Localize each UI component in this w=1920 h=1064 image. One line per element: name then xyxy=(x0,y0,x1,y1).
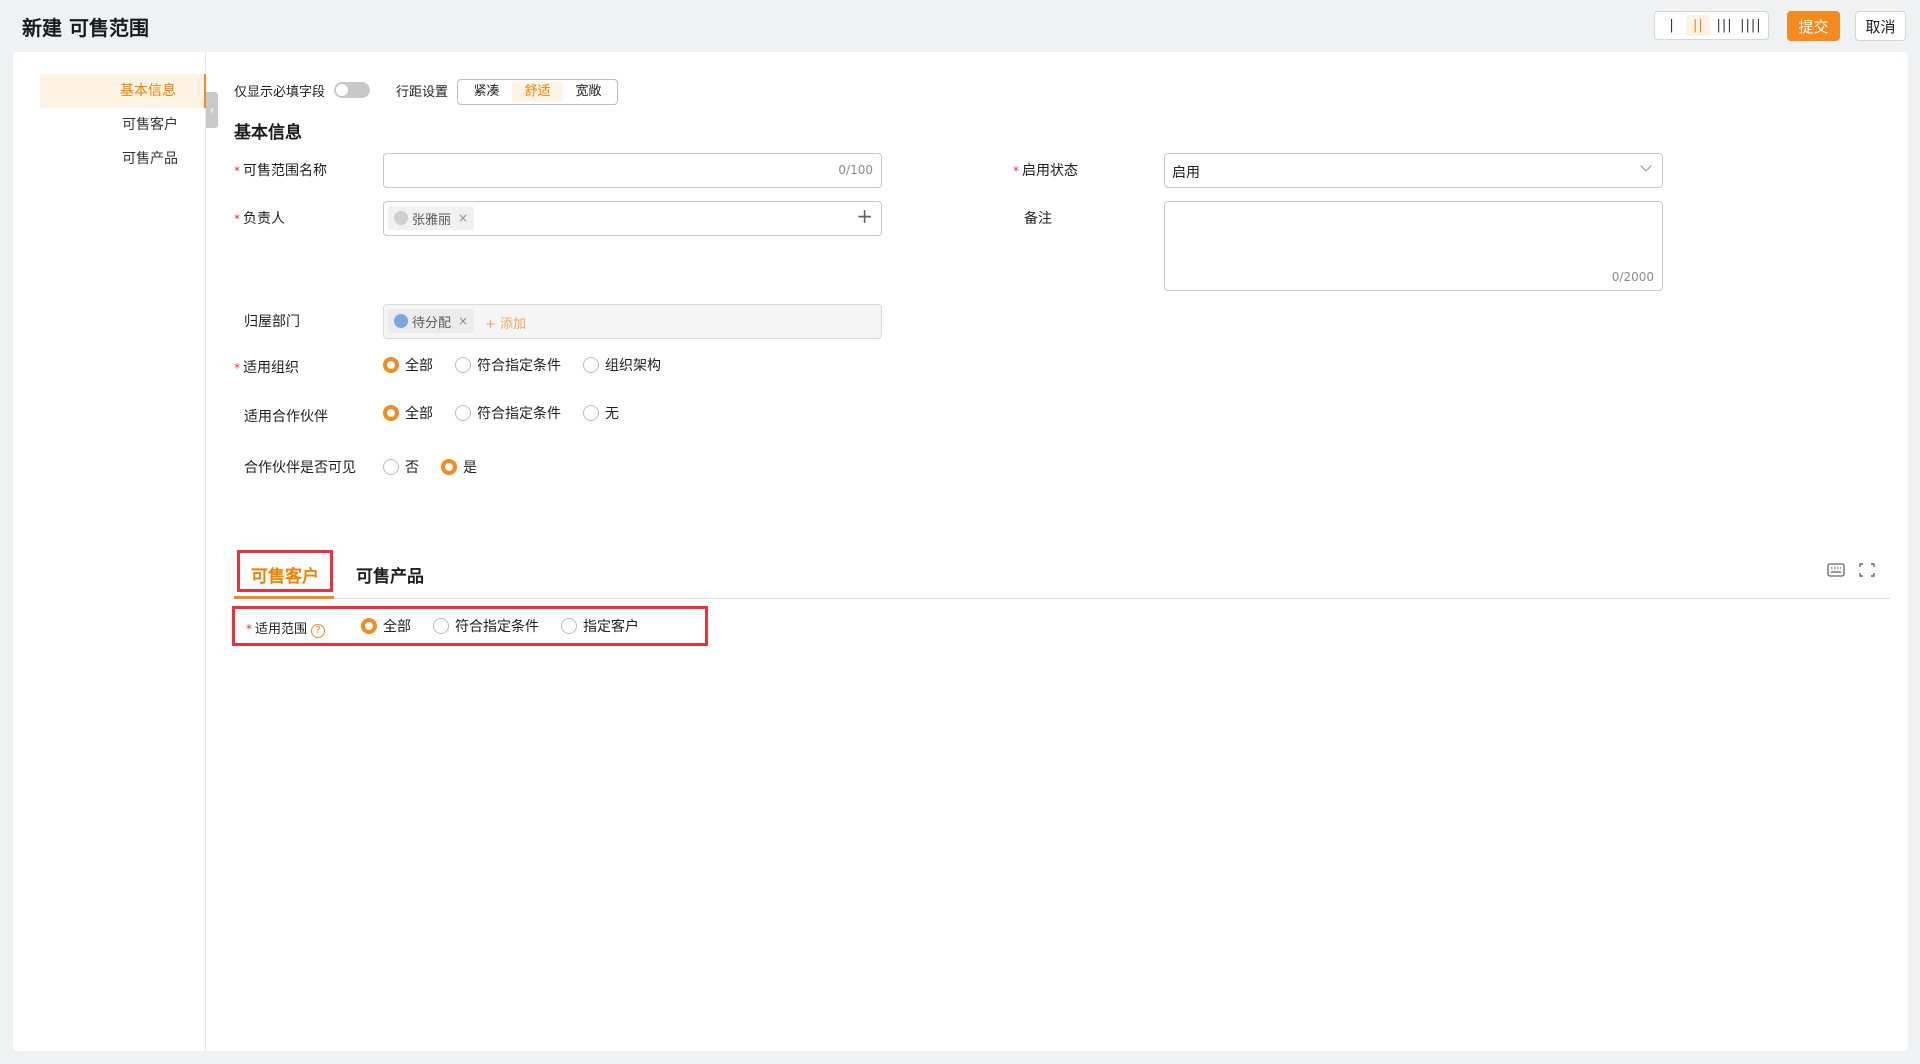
tabs-divider xyxy=(234,598,1890,599)
close-icon[interactable]: × xyxy=(458,211,468,225)
submit-button[interactable]: 提交 xyxy=(1787,11,1840,41)
nav-item-basic-info[interactable]: 基本信息 xyxy=(40,74,206,108)
help-icon[interactable]: ? xyxy=(311,624,326,638)
required-mark: * xyxy=(234,212,240,226)
page-title: 新建 可售范围 xyxy=(22,16,149,40)
department-field-label: 归屋部门 xyxy=(244,314,300,330)
partner-field-label: 适用合作伙伴 xyxy=(244,409,328,425)
collapse-nav-icon[interactable]: ‹ xyxy=(206,92,218,128)
radio-checked-icon xyxy=(383,357,399,373)
partner-option-condition[interactable]: 符合指定条件 xyxy=(455,403,561,423)
scope-option-specified[interactable]: 指定客户 xyxy=(561,616,639,636)
name-counter: 0/100 xyxy=(838,163,873,177)
radio-unchecked-icon xyxy=(433,618,449,634)
active-tab-underline xyxy=(234,596,334,599)
department-tag: 待分配 × xyxy=(388,309,475,333)
spacing-compact-option[interactable]: 紧凑 xyxy=(461,82,512,102)
add-icon[interactable]: + xyxy=(856,204,873,228)
column-4-option[interactable]: |||| xyxy=(1739,15,1763,36)
chevron-down-icon xyxy=(1640,160,1652,172)
partner-visible-option-yes[interactable]: 是 xyxy=(441,457,477,477)
owner-tag: 张雅丽 × xyxy=(388,206,475,230)
partner-radio-group: 全部 符合指定条件 无 xyxy=(383,403,641,423)
scope-option-condition[interactable]: 符合指定条件 xyxy=(433,616,539,636)
required-mark: * xyxy=(1013,164,1019,178)
user-avatar-icon xyxy=(394,211,408,225)
org-option-condition[interactable]: 符合指定条件 xyxy=(455,355,561,375)
radio-unchecked-icon xyxy=(561,618,577,634)
spacing-selector: 紧凑 舒适 宽敞 xyxy=(457,79,618,105)
partner-visible-option-no[interactable]: 否 xyxy=(383,457,419,477)
radio-unchecked-icon xyxy=(583,405,599,421)
section-title: 基本信息 xyxy=(234,123,302,143)
top-bar: 新建 可售范围 | || ||| |||| 提交 取消 xyxy=(0,0,1920,52)
column-layout-switch: | || ||| |||| xyxy=(1654,11,1769,40)
required-only-toggle[interactable] xyxy=(334,82,370,98)
nav-item-sellable-products[interactable]: 可售产品 xyxy=(40,142,206,176)
column-2-option[interactable]: || xyxy=(1686,15,1711,36)
org-radio-group: 全部 符合指定条件 组织架构 xyxy=(383,355,683,375)
required-mark: * xyxy=(234,164,240,178)
tab-sellable-customers[interactable]: 可售客户 xyxy=(251,562,319,587)
status-selected-value: 启用 xyxy=(1172,165,1200,181)
partner-visible-field-label: 合作伙伴是否可见 xyxy=(244,460,356,476)
radio-checked-icon xyxy=(383,405,399,421)
required-mark: * xyxy=(246,622,252,636)
radio-checked-icon xyxy=(441,459,457,475)
column-3-option[interactable]: ||| xyxy=(1713,15,1737,36)
remark-counter: 0/2000 xyxy=(1611,270,1654,284)
spacing-label: 行距设置 xyxy=(396,85,449,100)
nav-item-sellable-customers[interactable]: 可售客户 xyxy=(40,108,206,142)
name-field-label: * 可售范围名称 xyxy=(234,163,327,179)
status-select[interactable]: 启用 xyxy=(1164,153,1663,188)
remark-field-label: 备注 xyxy=(1024,211,1052,227)
status-field-label: * 启用状态 xyxy=(1013,163,1078,179)
partner-option-all[interactable]: 全部 xyxy=(383,403,433,423)
radio-unchecked-icon xyxy=(583,357,599,373)
side-nav: 基本信息 可售客户 可售产品 xyxy=(13,52,206,1051)
spacing-comfortable-option[interactable]: 舒适 xyxy=(512,82,563,102)
owner-input[interactable]: 张雅丽 × + xyxy=(383,201,882,236)
name-input[interactable]: 0/100 xyxy=(383,153,882,188)
tab-sellable-products[interactable]: 可售产品 xyxy=(356,562,424,587)
required-only-label: 仅显示必填字段 xyxy=(234,85,326,100)
close-icon[interactable]: × xyxy=(458,314,468,328)
radio-unchecked-icon xyxy=(383,459,399,475)
keyboard-icon[interactable] xyxy=(1827,562,1845,578)
org-option-all[interactable]: 全部 xyxy=(383,355,433,375)
department-input[interactable]: 待分配 × + 添加 xyxy=(383,304,882,339)
partner-option-none[interactable]: 无 xyxy=(583,403,619,423)
org-field-label: * 适用组织 xyxy=(234,360,299,376)
org-option-structure[interactable]: 组织架构 xyxy=(583,355,661,375)
required-mark: * xyxy=(234,361,240,375)
remark-textarea[interactable]: 0/2000 xyxy=(1164,201,1663,291)
cancel-button[interactable]: 取消 xyxy=(1855,11,1906,41)
radio-checked-icon xyxy=(361,618,377,634)
scope-radio-group: 全部 符合指定条件 指定客户 xyxy=(361,616,661,636)
column-1-option[interactable]: | xyxy=(1660,15,1684,36)
fullscreen-icon[interactable] xyxy=(1858,562,1876,578)
partner-visible-radio-group: 否 是 xyxy=(383,457,499,477)
radio-unchecked-icon xyxy=(455,405,471,421)
spacing-loose-option[interactable]: 宽敞 xyxy=(563,82,614,102)
department-icon xyxy=(394,314,408,328)
scope-option-all[interactable]: 全部 xyxy=(361,616,411,636)
scope-field-label: * 适用范围? xyxy=(246,618,326,638)
radio-unchecked-icon xyxy=(455,357,471,373)
owner-field-label: * 负责人 xyxy=(234,211,285,227)
add-department-link[interactable]: + 添加 xyxy=(485,313,526,332)
form-card: 基本信息 可售客户 可售产品 ‹ 仅显示必填字段 行距设置 紧凑 舒适 宽敞 基… xyxy=(13,52,1908,1051)
